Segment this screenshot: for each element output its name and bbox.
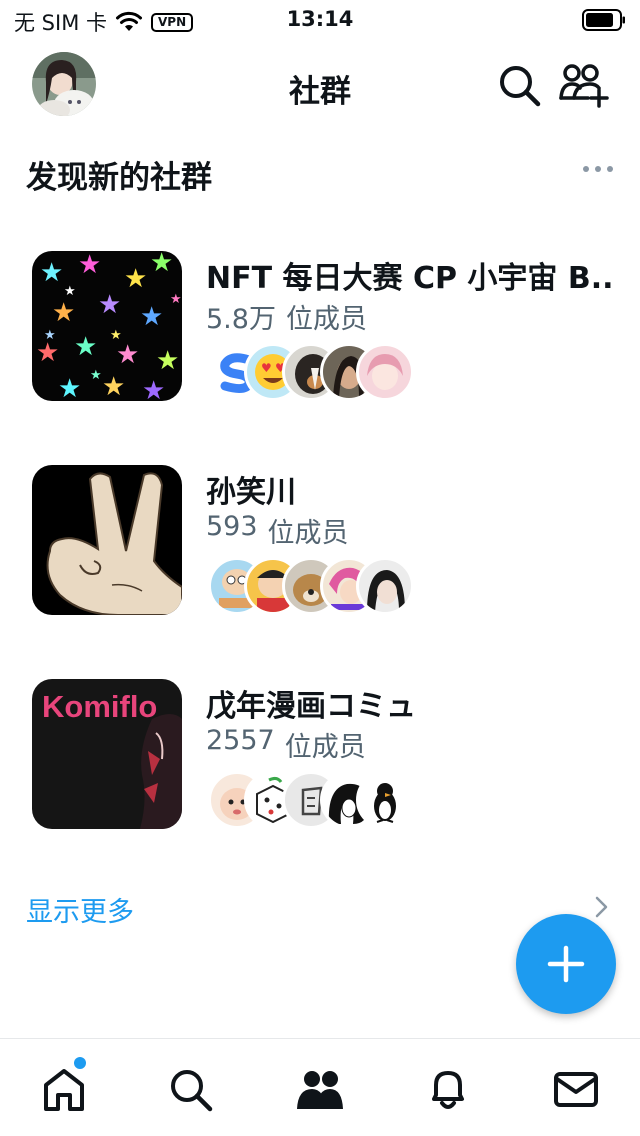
svg-text:★: ★ [78, 251, 101, 280]
svg-text:★: ★ [142, 376, 165, 401]
show-more-link[interactable]: 显示更多 [26, 890, 134, 929]
status-bar: 无 SIM 卡 VPN 13:14 [0, 0, 640, 40]
search-icon[interactable] [166, 1065, 214, 1113]
svg-text:★: ★ [58, 374, 81, 401]
create-community-button[interactable] [516, 914, 616, 1014]
member-count-label: 位成员 [285, 304, 367, 335]
member-avatar [356, 771, 414, 829]
member-avatars [208, 771, 418, 831]
svg-text:★: ★ [102, 372, 125, 401]
member-count: 593 位成员 [206, 511, 349, 550]
svg-text:★: ★ [44, 328, 56, 343]
svg-text:★: ★ [52, 298, 75, 328]
svg-text:★: ★ [140, 302, 163, 332]
member-count-label: 位成员 [284, 732, 366, 763]
svg-text:★: ★ [98, 290, 121, 320]
svg-text:♥: ♥ [261, 361, 272, 375]
member-count-value: 2557 [206, 725, 275, 756]
community-thumbnail: Komiflo [32, 679, 182, 829]
community-name: NFT 每日大赛 CP 小宇宙 B... [206, 261, 612, 296]
section-title: 发现新的社群 [26, 160, 212, 196]
community-thumbnail [32, 465, 182, 615]
member-avatars [208, 557, 418, 617]
add-community-icon[interactable] [558, 60, 610, 108]
member-count-value: 5.8万 [206, 304, 276, 335]
svg-text:★: ★ [90, 368, 102, 383]
member-avatar [356, 343, 414, 401]
svg-text:★: ★ [156, 346, 179, 376]
member-avatars: ♥ ♥ [208, 343, 418, 403]
svg-text:★: ★ [124, 264, 147, 294]
svg-text:★: ★ [74, 332, 97, 362]
home-icon[interactable] [40, 1065, 88, 1113]
svg-text:★: ★ [40, 258, 63, 288]
more-options-icon[interactable] [580, 160, 616, 178]
messages-icon[interactable] [552, 1065, 600, 1113]
home-notification-dot [74, 1057, 86, 1069]
top-header: 社群 [0, 48, 640, 120]
svg-text:★: ★ [110, 328, 122, 343]
member-count: 2557 位成员 [206, 725, 366, 764]
member-avatar [356, 557, 414, 615]
community-item[interactable]: ★ ★ ★ ★ ★ ★ ★ ★ ★ ★ ★ ★ ★ ★ ★ ★ ★ ★ ★ NF… [32, 251, 622, 403]
community-item[interactable]: 孙笑川 593 位成员 [32, 465, 622, 617]
member-count: 5.8万 位成员 [206, 297, 367, 336]
svg-text:★: ★ [150, 251, 173, 278]
battery-icon [582, 9, 625, 31]
page-title: 社群 [289, 74, 351, 110]
member-count-value: 593 [206, 511, 258, 542]
svg-text:★: ★ [116, 340, 139, 370]
plus-icon [547, 945, 585, 983]
bottom-tab-bar [0, 1038, 640, 1136]
chevron-right-icon[interactable] [594, 896, 610, 918]
svg-text:★: ★ [64, 284, 76, 299]
community-thumbnail: ★ ★ ★ ★ ★ ★ ★ ★ ★ ★ ★ ★ ★ ★ ★ ★ ★ ★ ★ [32, 251, 182, 401]
status-time: 13:14 [286, 7, 354, 31]
notifications-icon[interactable] [424, 1065, 472, 1113]
thumbnail-logo-text: Komiflo [42, 689, 157, 724]
svg-text:★: ★ [170, 292, 182, 307]
community-item[interactable]: Komiflo 戊年漫画コミュ 2557 位成员 [32, 679, 622, 831]
community-name: 孙笑川 [206, 475, 296, 510]
communities-icon[interactable] [296, 1065, 344, 1113]
community-name: 戊年漫画コミュ [206, 689, 416, 724]
search-icon[interactable] [496, 62, 542, 108]
member-count-label: 位成员 [267, 518, 349, 549]
